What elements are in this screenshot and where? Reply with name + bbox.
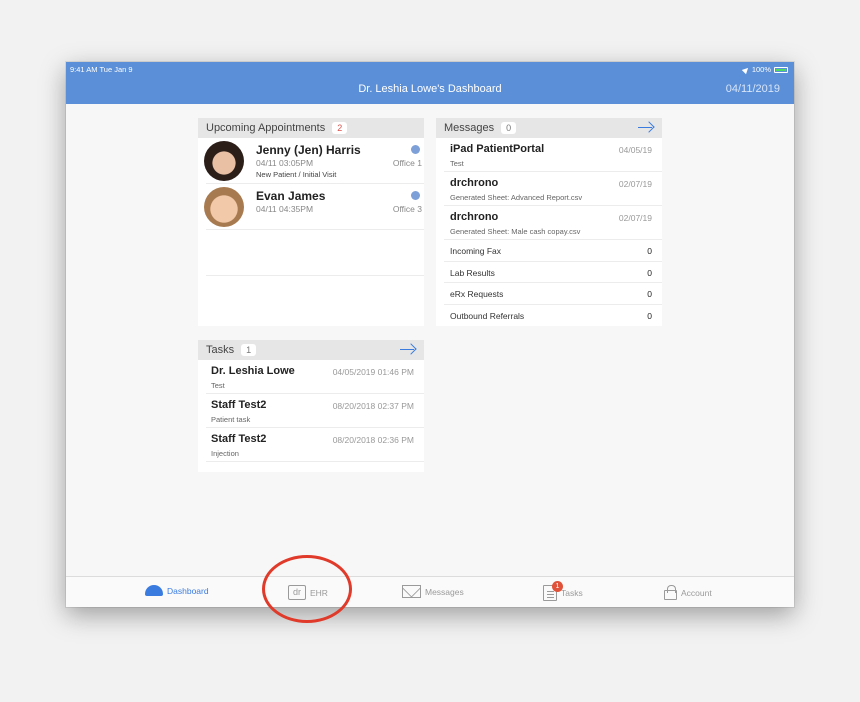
task-description: Patient task [211, 415, 251, 424]
message-subject: Generated Sheet: Male cash copay.csv [450, 227, 581, 236]
patient-name: Evan James [256, 189, 326, 203]
stat-label: eRx Requests [450, 289, 504, 299]
status-dot-icon [411, 191, 420, 200]
appointment-office: Office 3 [392, 204, 422, 214]
appointment-time: 04/11 03:05PM [256, 158, 314, 168]
tab-bar: Dashboard dr EHR Messages 1 Tasks Accoun… [66, 576, 794, 607]
dashboard-gauge-icon [145, 585, 163, 596]
stat-label: Lab Results [450, 267, 495, 278]
status-dot-icon [411, 145, 420, 154]
message-sender: drchrono [450, 211, 499, 223]
task-date: 08/20/2018 02:37 PM [332, 401, 414, 411]
tasks-count-badge: 1 [241, 344, 257, 356]
tasks-list-icon: 1 [543, 581, 563, 601]
message-sender: iPad PatientPortal [450, 143, 545, 155]
task-assignee: Staff Test2 [211, 433, 267, 445]
avatar [204, 141, 244, 181]
messages-card: Messages 0 iPad PatientPortal Test 04/05… [436, 118, 662, 326]
appointments-card: Upcoming Appointments 2 Jenny (Jen) Harr… [198, 118, 424, 326]
message-subject: Test [450, 159, 464, 168]
stat-row-lab-results[interactable]: Lab Results 0 [444, 262, 662, 283]
page-title: Dr. Leshia Lowe's Dashboard [358, 83, 502, 95]
messages-arrow-icon[interactable] [638, 122, 654, 134]
task-description: Test [211, 381, 225, 390]
account-lock-icon [664, 585, 677, 600]
messages-count-badge: 0 [501, 122, 517, 134]
message-row[interactable]: drchrono Generated Sheet: Advanced Repor… [444, 172, 662, 206]
tasks-title: Tasks [206, 344, 235, 356]
message-date: 04/05/19 [618, 145, 652, 155]
tab-dashboard[interactable]: Dashboard [145, 585, 209, 596]
task-row[interactable]: Dr. Leshia Lowe Test 04/05/2019 01:46 PM [206, 360, 424, 394]
tab-tasks[interactable]: 1 Tasks [543, 581, 583, 601]
appointments-count-badge: 2 [332, 122, 348, 134]
tasks-arrow-icon[interactable] [400, 344, 416, 356]
messages-title: Messages [444, 122, 495, 134]
ehr-highlight-circle [262, 555, 352, 623]
message-row[interactable]: iPad PatientPortal Test 04/05/19 [444, 138, 662, 172]
task-row[interactable]: Staff Test2 Injection 08/20/2018 02:36 P… [206, 428, 424, 462]
battery-icon [774, 66, 788, 73]
message-row[interactable]: drchrono Generated Sheet: Male cash copa… [444, 206, 662, 240]
stat-row-incoming-fax[interactable]: Incoming Fax 0 [444, 240, 662, 262]
dashboard-content: Upcoming Appointments 2 Jenny (Jen) Harr… [66, 104, 794, 576]
message-sender: drchrono [450, 177, 499, 189]
message-date: 02/07/19 [618, 179, 652, 189]
message-subject: Generated Sheet: Advanced Report.csv [450, 193, 583, 202]
status-time: 9:41 AM Tue Jan 9 [70, 65, 133, 74]
battery-percent: 100% [751, 65, 771, 74]
appointment-time: 04/11 04:35PM [256, 204, 314, 214]
tasks-badge: 1 [552, 581, 563, 592]
status-right: 100% [741, 65, 788, 74]
task-assignee: Dr. Leshia Lowe [211, 365, 295, 377]
task-date: 04/05/2019 01:46 PM [332, 367, 414, 377]
stat-value: 0 [647, 246, 652, 256]
appointment-row[interactable]: Jenny (Jen) Harris 04/11 03:05PM New Pat… [204, 138, 424, 184]
tab-dashboard-label: Dashboard [167, 585, 209, 596]
avatar [204, 187, 244, 227]
stat-label: Outbound Referrals [450, 310, 525, 321]
stat-value: 0 [647, 289, 652, 299]
header-date[interactable]: 04/11/2019 [726, 83, 780, 95]
task-row[interactable]: Staff Test2 Patient task 08/20/2018 02:3… [206, 394, 424, 428]
stat-value: 0 [647, 310, 652, 321]
patient-name: Jenny (Jen) Harris [256, 143, 361, 157]
location-icon [741, 65, 751, 74]
appointment-row[interactable]: Evan James 04/11 04:35PM Office 3 [204, 184, 424, 230]
stat-row-outbound-referrals[interactable]: Outbound Referrals 0 [444, 305, 662, 327]
message-date: 02/07/19 [618, 213, 652, 223]
appointment-type: New Patient / Initial Visit [256, 170, 337, 179]
empty-row [206, 230, 424, 276]
task-assignee: Staff Test2 [211, 399, 267, 411]
tab-messages-label: Messages [425, 586, 464, 597]
stat-value: 0 [647, 267, 652, 278]
appointments-title: Upcoming Appointments [206, 122, 326, 134]
appointment-office: Office 1 [392, 158, 422, 168]
tasks-card: Tasks 1 Dr. Leshia Lowe Test 04/05/2019 … [198, 340, 424, 472]
task-description: Injection [211, 449, 239, 458]
header-bar: 9:41 AM Tue Jan 9 100% Dr. Leshia Lowe's… [66, 62, 794, 104]
tab-tasks-label: Tasks [561, 588, 583, 598]
messages-header: Messages 0 [436, 118, 662, 138]
envelope-icon [402, 585, 421, 598]
tasks-header: Tasks 1 [198, 340, 424, 360]
tab-account-label: Account [681, 587, 712, 598]
tab-account[interactable]: Account [664, 585, 712, 600]
task-date: 08/20/2018 02:36 PM [332, 435, 414, 445]
ipad-screen: 9:41 AM Tue Jan 9 100% Dr. Leshia Lowe's… [66, 62, 794, 607]
tab-messages[interactable]: Messages [402, 585, 464, 598]
stat-row-erx-requests[interactable]: eRx Requests 0 [444, 283, 662, 305]
appointments-header: Upcoming Appointments 2 [198, 118, 424, 138]
stat-label: Incoming Fax [450, 246, 502, 256]
